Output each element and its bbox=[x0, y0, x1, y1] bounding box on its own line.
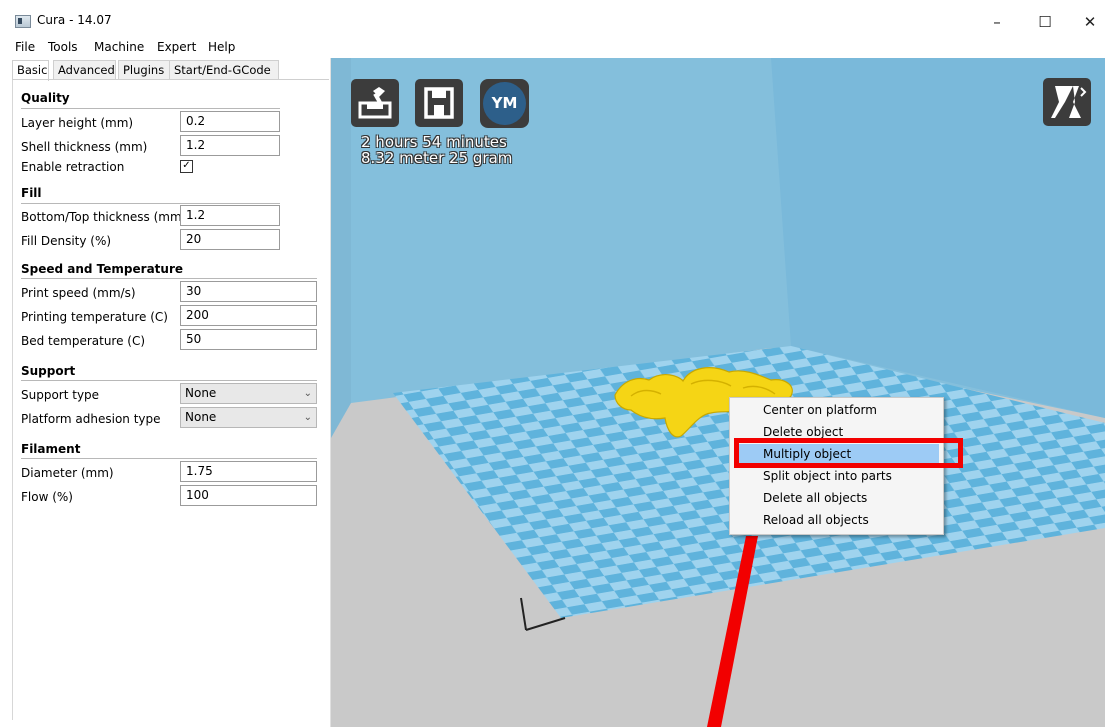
minimize-button[interactable]: – bbox=[982, 8, 1012, 36]
divider bbox=[21, 380, 317, 381]
support-type-label: Support type bbox=[21, 388, 100, 402]
section-speed-temperature: Speed and Temperature bbox=[21, 262, 183, 276]
save-toolpath-button[interactable] bbox=[415, 79, 463, 127]
load-icon bbox=[358, 87, 392, 119]
view-mode-button[interactable] bbox=[1043, 78, 1091, 126]
save-icon bbox=[424, 87, 454, 119]
menu-machine[interactable]: Machine bbox=[94, 40, 144, 54]
printing-temperature-label: Printing temperature (C) bbox=[21, 310, 168, 324]
section-support: Support bbox=[21, 364, 76, 378]
bottom-top-thickness-input[interactable]: 1.2 bbox=[180, 205, 280, 226]
title-bar: Cura - 14.07 – ☐ ✕ bbox=[0, 0, 1105, 40]
print-speed-label: Print speed (mm/s) bbox=[21, 286, 136, 300]
print-estimate: 2 hours 54 minutes 8.32 meter 25 gram bbox=[361, 134, 512, 166]
print-time: 2 hours 54 minutes bbox=[361, 133, 507, 151]
diameter-label: Diameter (mm) bbox=[21, 466, 114, 480]
chevron-down-icon: ⌄ bbox=[303, 412, 312, 423]
tab-divider bbox=[12, 79, 329, 80]
retraction-checkbox[interactable]: ✓ bbox=[180, 160, 193, 173]
divider bbox=[21, 203, 280, 204]
chevron-down-icon: ⌄ bbox=[303, 388, 312, 399]
tab-plugins[interactable]: Plugins bbox=[118, 60, 172, 79]
app-icon bbox=[15, 15, 31, 28]
support-type-value: None bbox=[185, 386, 217, 400]
annotation-highlight-box bbox=[734, 438, 963, 468]
print-speed-input[interactable]: 30 bbox=[180, 281, 317, 302]
settings-panel: Basic Advanced Plugins Start/End-GCode Q… bbox=[0, 58, 331, 727]
printing-temperature-input[interactable]: 200 bbox=[180, 305, 317, 326]
section-quality: Quality bbox=[21, 91, 70, 105]
print-material: 8.32 meter 25 gram bbox=[361, 149, 513, 167]
youmagine-button[interactable]: YM bbox=[480, 79, 529, 128]
menu-expert[interactable]: Expert bbox=[157, 40, 196, 54]
bed-temperature-label: Bed temperature (C) bbox=[21, 334, 146, 348]
window-title: Cura - 14.07 bbox=[37, 13, 112, 27]
fill-density-input[interactable]: 20 bbox=[180, 229, 280, 250]
ctx-center-on-platform[interactable]: Center on platform bbox=[734, 400, 939, 421]
tab-advanced[interactable]: Advanced bbox=[53, 60, 116, 79]
retraction-label: Enable retraction bbox=[21, 160, 125, 174]
3d-viewport[interactable]: YM 2 hours 54 minutes 8.32 meter 25 gram bbox=[331, 58, 1105, 727]
view-mode-icon bbox=[1051, 86, 1087, 118]
platform-adhesion-label: Platform adhesion type bbox=[21, 412, 161, 426]
support-type-select[interactable]: None ⌄ bbox=[180, 383, 317, 404]
flow-input[interactable]: 100 bbox=[180, 485, 317, 506]
load-model-button[interactable] bbox=[351, 79, 399, 127]
flow-label: Flow (%) bbox=[21, 490, 73, 504]
menu-tools[interactable]: Tools bbox=[48, 40, 78, 54]
section-fill: Fill bbox=[21, 186, 42, 200]
diameter-input[interactable]: 1.75 bbox=[180, 461, 317, 482]
basic-settings bbox=[12, 80, 13, 720]
layer-height-label: Layer height (mm) bbox=[21, 116, 134, 130]
divider bbox=[21, 108, 280, 109]
menu-file[interactable]: File bbox=[15, 40, 35, 54]
shell-thickness-input[interactable]: 1.2 bbox=[180, 135, 280, 156]
ctx-split-object[interactable]: Split object into parts bbox=[734, 466, 939, 487]
fill-density-label: Fill Density (%) bbox=[21, 234, 112, 248]
ctx-reload-all-objects[interactable]: Reload all objects bbox=[734, 510, 939, 531]
platform-adhesion-select[interactable]: None ⌄ bbox=[180, 407, 317, 428]
shell-thickness-label: Shell thickness (mm) bbox=[21, 140, 148, 154]
layer-height-input[interactable]: 0.2 bbox=[180, 111, 280, 132]
left-wall bbox=[331, 58, 351, 438]
maximize-button[interactable]: ☐ bbox=[1030, 8, 1060, 36]
close-button[interactable]: ✕ bbox=[1075, 8, 1105, 36]
ctx-delete-all-objects[interactable]: Delete all objects bbox=[734, 488, 939, 509]
tab-basic[interactable]: Basic bbox=[12, 60, 49, 81]
menu-help[interactable]: Help bbox=[208, 40, 235, 54]
divider bbox=[21, 458, 317, 459]
divider bbox=[21, 278, 317, 279]
ym-icon: YM bbox=[483, 82, 526, 125]
tab-start-end-gcode[interactable]: Start/End-GCode bbox=[169, 60, 279, 79]
section-filament: Filament bbox=[21, 442, 81, 456]
menu-bar: File Tools Machine Expert Help bbox=[0, 38, 400, 58]
platform-adhesion-value: None bbox=[185, 410, 217, 424]
bottom-top-thickness-label: Bottom/Top thickness (mm) bbox=[21, 210, 187, 224]
bed-temperature-input[interactable]: 50 bbox=[180, 329, 317, 350]
